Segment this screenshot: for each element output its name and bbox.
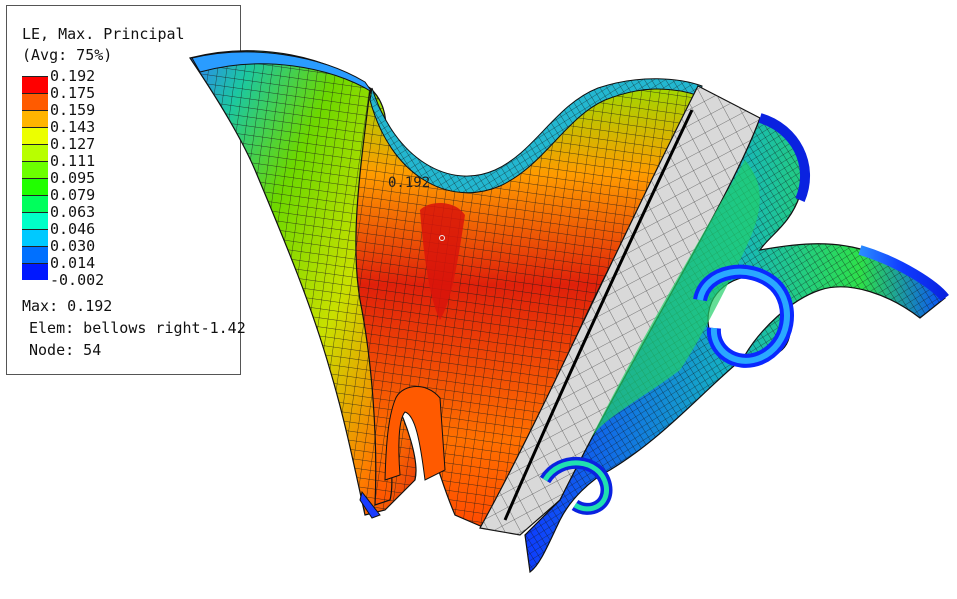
fe-model-viewport[interactable]: 0.192 <box>0 0 957 599</box>
max-marker-label: 0.192 <box>388 175 430 191</box>
